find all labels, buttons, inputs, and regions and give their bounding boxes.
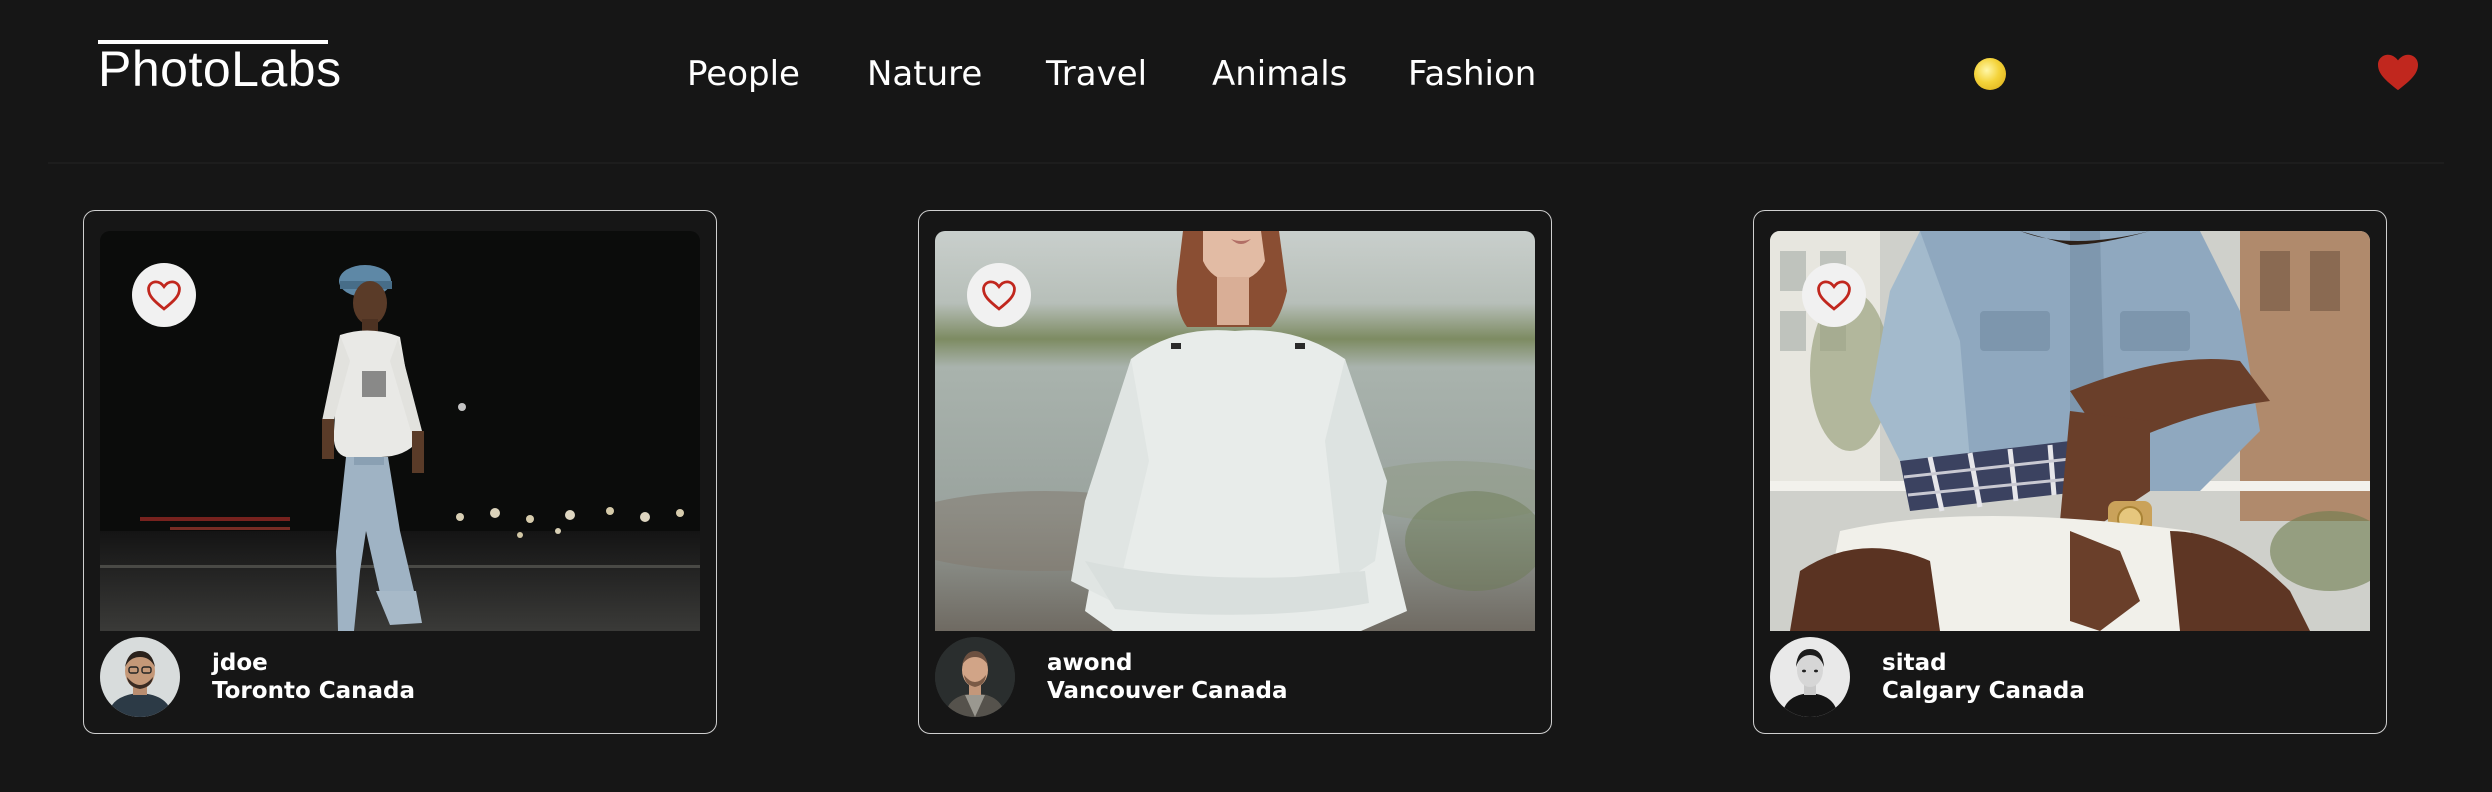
topic-fashion[interactable]: Fashion bbox=[1408, 54, 1536, 94]
topic-people[interactable]: People bbox=[687, 54, 800, 94]
photo-user-details: jdoe Toronto Canada bbox=[212, 649, 415, 705]
like-heart-icon[interactable] bbox=[1802, 263, 1866, 327]
photo-card[interactable]: jdoe Toronto Canada bbox=[83, 210, 717, 734]
photo-user-details: awond Vancouver Canada bbox=[1047, 649, 1287, 705]
avatar bbox=[100, 637, 180, 717]
photo-card[interactable]: awond Vancouver Canada bbox=[918, 210, 1552, 734]
username: jdoe bbox=[212, 650, 268, 676]
like-heart-icon[interactable] bbox=[132, 263, 196, 327]
topic-travel[interactable]: Travel bbox=[1046, 54, 1147, 94]
photo-card[interactable]: sitad Calgary Canada bbox=[1753, 210, 2387, 734]
notification-dot-icon bbox=[1974, 58, 2006, 90]
like-heart-icon[interactable] bbox=[967, 263, 1031, 327]
avatar bbox=[935, 637, 1015, 717]
user-location: Calgary Canada bbox=[1882, 678, 2085, 704]
top-navigation-bar: PhotoLabs People Nature Travel Animals F… bbox=[0, 0, 2492, 160]
avatar bbox=[1770, 637, 1850, 717]
photo-user-details: sitad Calgary Canada bbox=[1882, 649, 2085, 705]
topic-animals[interactable]: Animals bbox=[1212, 54, 1347, 94]
photo-image[interactable] bbox=[1770, 231, 2370, 631]
user-location: Vancouver Canada bbox=[1047, 678, 1288, 704]
header-divider bbox=[48, 162, 2444, 164]
favorites-heart-icon[interactable] bbox=[2376, 52, 2420, 92]
topic-nature[interactable]: Nature bbox=[867, 54, 982, 94]
user-location: Toronto Canada bbox=[212, 678, 416, 704]
photo-image[interactable] bbox=[935, 231, 1535, 631]
app-logo[interactable]: PhotoLabs bbox=[98, 38, 342, 94]
username: awond bbox=[1047, 650, 1133, 676]
username: sitad bbox=[1882, 650, 1947, 676]
photo-image[interactable] bbox=[100, 231, 700, 631]
